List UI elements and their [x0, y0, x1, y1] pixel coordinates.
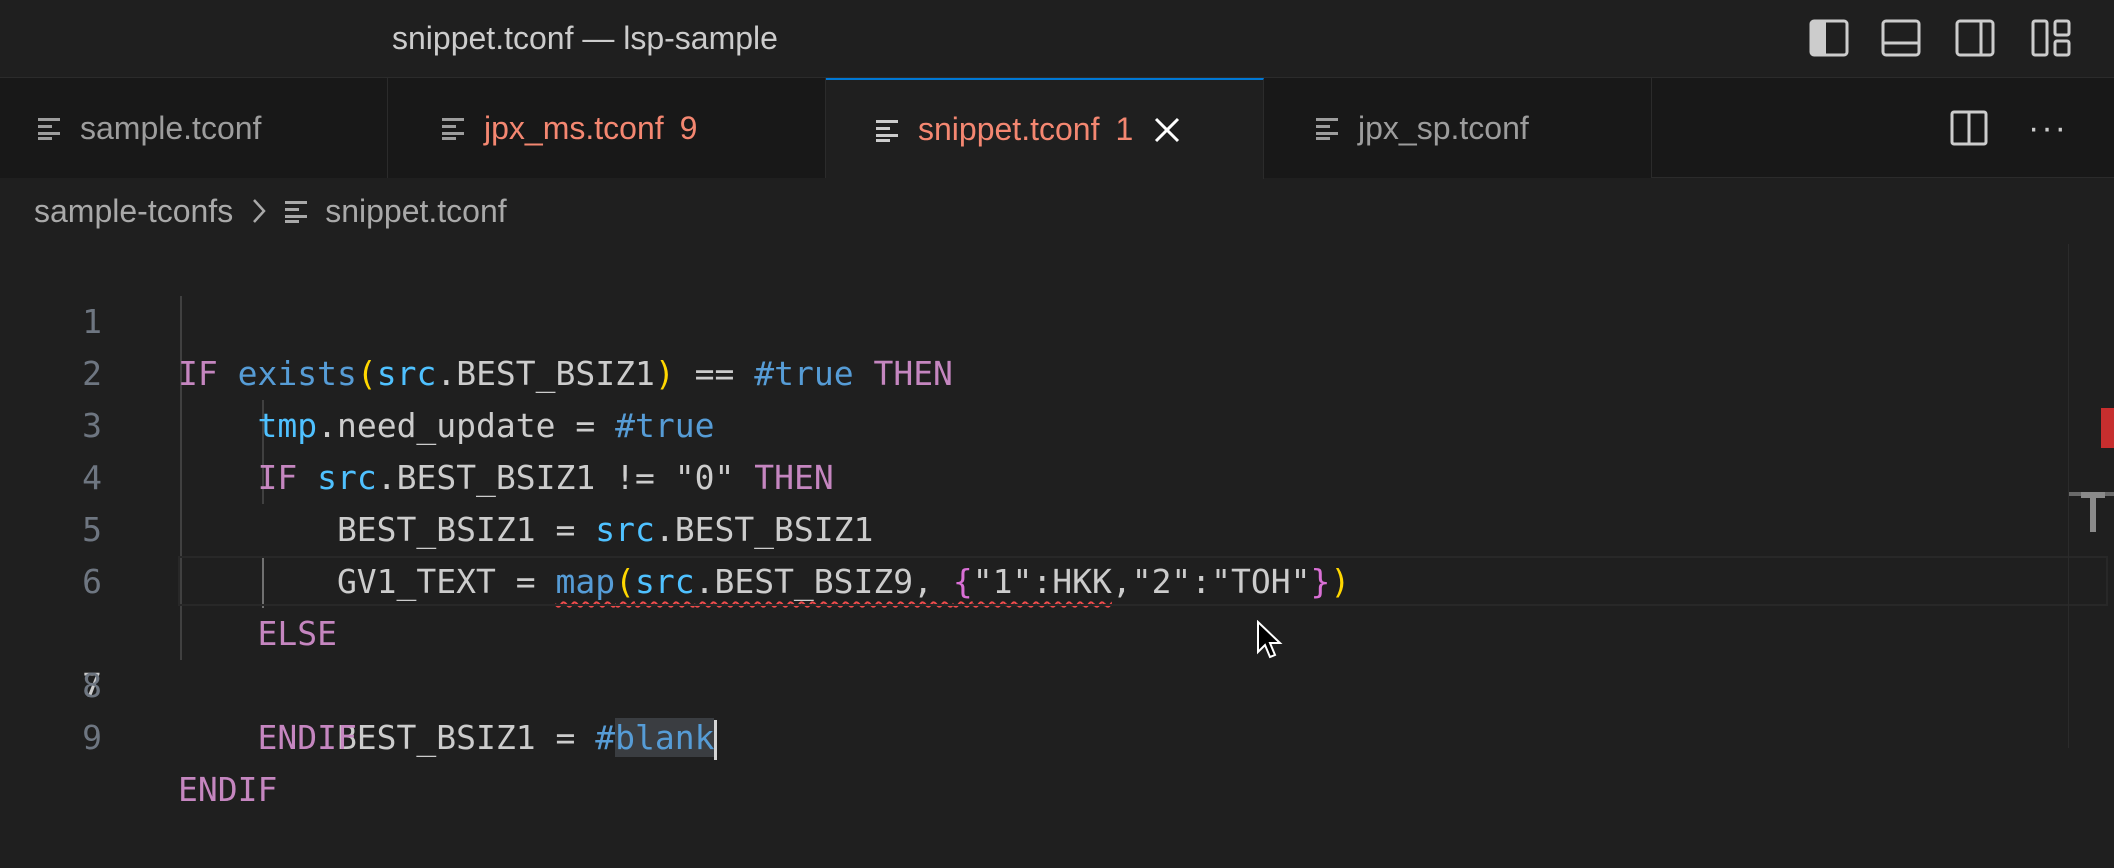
code-line: 8 ENDIF [0, 608, 2100, 757]
title-bar: snippet.tconf — lsp-sample [0, 0, 2114, 78]
file-lines-icon [876, 119, 898, 142]
code-line: 5 GV1_TEXT = map(src.BEST_BSIZ9, {"1":HK… [0, 452, 2100, 601]
tab-label: snippet.tconf [918, 111, 1100, 147]
breadcrumb-folder[interactable]: sample-tconfs [34, 193, 233, 230]
tab-label: jpx_sp.tconf [1358, 109, 1529, 146]
text-cursor-icon [2081, 492, 2105, 532]
code-line: 4 BEST_BSIZ1 = src.BEST_BSIZ1 [0, 400, 2100, 549]
text-cursor [714, 719, 718, 760]
tab-sample-tconf[interactable]: sample.tconf [0, 78, 388, 178]
code-line: 6 ELSE [0, 504, 2100, 653]
layout-icon [2031, 19, 2071, 57]
sidebar-right-icon [1955, 19, 1995, 57]
code-line: 3 IF src.BEST_BSIZ1 != "0" THEN [0, 348, 2100, 497]
breadcrumb: sample-tconfs snippet.tconf [34, 186, 507, 236]
line-content: ENDIF [257, 718, 357, 757]
line-content: ENDIF [178, 770, 278, 809]
line-number: 9 [82, 718, 102, 757]
editor-tabs-bar: sample.tconf jpx_ms.tconf 9 snippet.tcon… [0, 78, 2114, 179]
file-lines-icon [442, 118, 464, 140]
toggle-secondary-sidebar-button[interactable] [1952, 16, 1998, 60]
tab-label: sample.tconf [80, 109, 262, 146]
code-line-current: 7 BEST_BSIZ1 = #blank [0, 556, 2108, 760]
tab-jpx-sp-tconf[interactable]: jpx_sp.tconf [1264, 78, 1652, 178]
file-lines-icon [1316, 118, 1338, 140]
breadcrumb-file[interactable]: snippet.tconf [325, 193, 506, 230]
split-editor-icon [1950, 110, 1988, 146]
toggle-panel-button[interactable] [1878, 16, 1924, 60]
toggle-primary-sidebar-button[interactable] [1806, 16, 1852, 60]
file-lines-icon [38, 118, 60, 140]
tab-label: jpx_ms.tconf [484, 109, 664, 146]
chevron-right-icon [251, 197, 267, 225]
tab-jpx-ms-tconf[interactable]: jpx_ms.tconf 9 [388, 78, 826, 178]
problem-count-badge: 1 [1115, 111, 1134, 147]
window-title: snippet.tconf — lsp-sample [392, 20, 778, 56]
editor-actions: ··· [1950, 78, 2068, 178]
code-line: 1 IF exists(src.BEST_BSIZ1) == #true THE… [0, 244, 2100, 393]
close-tab-button[interactable] [1151, 114, 1183, 146]
current-line-highlight [178, 556, 2108, 606]
customize-layout-button[interactable] [2028, 16, 2074, 60]
editor-scrollbar[interactable] [2068, 244, 2114, 748]
code-editor[interactable]: 1 IF exists(src.BEST_BSIZ1) == #true THE… [0, 244, 2114, 809]
split-editor-button[interactable] [1950, 110, 1988, 146]
panel-bottom-icon [1881, 19, 1921, 57]
tab-snippet-tconf[interactable]: snippet.tconf 1 [826, 78, 1264, 179]
code-line: 9 ENDIF [0, 660, 2100, 809]
sidebar-left-icon [1809, 19, 1849, 57]
problem-count-badge: 9 [679, 109, 698, 146]
code-line: 2 tmp.need_update = #true [0, 296, 2100, 445]
file-lines-icon [285, 201, 308, 223]
more-actions-button[interactable]: ··· [2028, 109, 2068, 148]
error-marker [2101, 408, 2114, 448]
mouse-pointer-icon [1257, 620, 1283, 659]
close-icon [1155, 117, 1180, 142]
